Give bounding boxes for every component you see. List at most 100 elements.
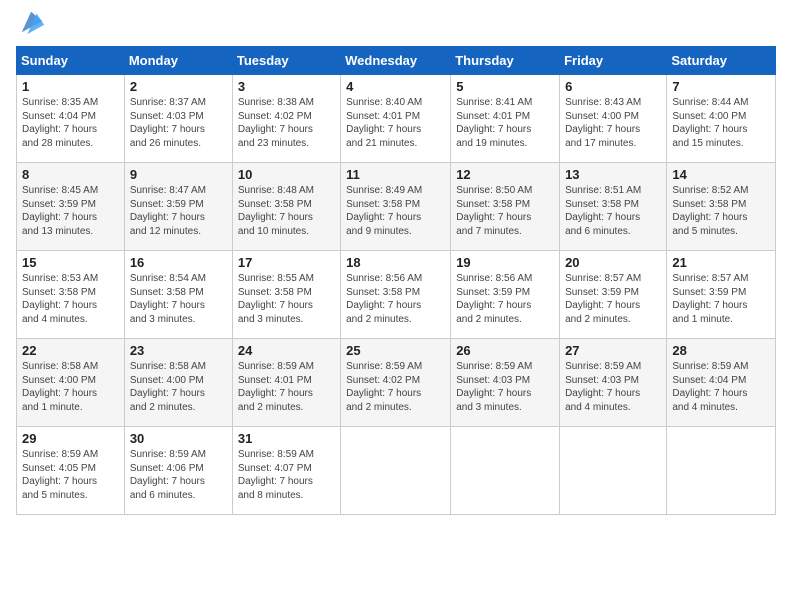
calendar-cell: 24 Sunrise: 8:59 AMSunset: 4:01 PMDayligh… [232,339,340,427]
day-number: 9 [130,167,227,182]
day-info: Sunrise: 8:48 AMSunset: 3:58 PMDaylight:… [238,185,314,237]
calendar-cell: 27Sunrise: 8:59 AMSunset: 4:03 PMDayligh… [560,339,667,427]
col-header-friday: Friday [560,47,667,75]
calendar-cell: 21 Sunrise: 8:57 AMSunset: 3:59 PMDayligh… [667,251,776,339]
day-info: Sunrise: 8:49 AMSunset: 3:58 PMDaylight:… [346,185,422,237]
calendar-week-row: 29Sunrise: 8:59 AMSunset: 4:05 PMDayligh… [17,427,776,515]
header [16,12,776,36]
day-number: 2 [130,79,227,94]
day-number: 29 [22,431,119,446]
calendar-cell: 26Sunrise: 8:59 AMSunset: 4:03 PMDayligh… [451,339,560,427]
calendar-week-row: 1 Sunrise: 8:35 AMSunset: 4:04 PMDaylight… [17,75,776,163]
day-number: 15 [22,255,119,270]
day-info: Sunrise: 8:59 AMSunset: 4:02 PMDaylight:… [346,361,422,413]
day-number: 18 [346,255,445,270]
calendar-cell: 4 Sunrise: 8:40 AMSunset: 4:01 PMDaylight… [341,75,451,163]
calendar-cell: 8 Sunrise: 8:45 AMSunset: 3:59 PMDaylight… [17,163,125,251]
page-container: SundayMondayTuesdayWednesdayThursdayFrid… [0,0,792,523]
day-info: Sunrise: 8:51 AMSunset: 3:58 PMDaylight:… [565,185,641,237]
day-info: Sunrise: 8:43 AMSunset: 4:00 PMDaylight:… [565,97,641,149]
calendar-cell: 1 Sunrise: 8:35 AMSunset: 4:04 PMDaylight… [17,75,125,163]
calendar-cell: 9 Sunrise: 8:47 AMSunset: 3:59 PMDaylight… [124,163,232,251]
calendar-cell: 10Sunrise: 8:48 AMSunset: 3:58 PMDayligh… [232,163,340,251]
day-info: Sunrise: 8:56 AMSunset: 3:58 PMDaylight:… [346,273,422,325]
calendar-cell: 11 Sunrise: 8:49 AMSunset: 3:58 PMDayligh… [341,163,451,251]
day-info: Sunrise: 8:59 AMSunset: 4:04 PMDaylight:… [672,361,748,413]
day-number: 14 [672,167,770,182]
day-number: 16 [130,255,227,270]
calendar-cell: 23 Sunrise: 8:58 AMSunset: 4:00 PMDayligh… [124,339,232,427]
calendar-cell [667,427,776,515]
col-header-sunday: Sunday [17,47,125,75]
day-info: Sunrise: 8:56 AMSunset: 3:59 PMDaylight:… [456,273,532,325]
day-info: Sunrise: 8:38 AMSunset: 4:02 PMDaylight:… [238,97,314,149]
day-number: 21 [672,255,770,270]
calendar-cell: 5 Sunrise: 8:41 AMSunset: 4:01 PMDaylight… [451,75,560,163]
day-number: 26 [456,343,554,358]
col-header-monday: Monday [124,47,232,75]
day-number: 3 [238,79,335,94]
calendar-cell: 25 Sunrise: 8:59 AMSunset: 4:02 PMDayligh… [341,339,451,427]
day-number: 12 [456,167,554,182]
day-info: Sunrise: 8:59 AMSunset: 4:06 PMDaylight:… [130,449,206,501]
calendar-cell [451,427,560,515]
day-number: 28 [672,343,770,358]
calendar-cell: 19 Sunrise: 8:56 AMSunset: 3:59 PMDayligh… [451,251,560,339]
calendar-cell [341,427,451,515]
day-number: 1 [22,79,119,94]
day-number: 23 [130,343,227,358]
logo-icon [18,8,46,36]
col-header-saturday: Saturday [667,47,776,75]
day-info: Sunrise: 8:52 AMSunset: 3:58 PMDaylight:… [672,185,748,237]
calendar-cell: 29Sunrise: 8:59 AMSunset: 4:05 PMDayligh… [17,427,125,515]
day-number: 13 [565,167,661,182]
day-info: Sunrise: 8:57 AMSunset: 3:59 PMDaylight:… [672,273,748,325]
day-info: Sunrise: 8:58 AMSunset: 4:00 PMDaylight:… [22,361,98,413]
day-number: 8 [22,167,119,182]
day-info: Sunrise: 8:40 AMSunset: 4:01 PMDaylight:… [346,97,422,149]
day-info: Sunrise: 8:44 AMSunset: 4:00 PMDaylight:… [672,97,748,149]
calendar-cell: 15 Sunrise: 8:53 AMSunset: 3:58 PMDayligh… [17,251,125,339]
day-number: 11 [346,167,445,182]
calendar-cell: 12 Sunrise: 8:50 AMSunset: 3:58 PMDayligh… [451,163,560,251]
calendar-cell: 3 Sunrise: 8:38 AMSunset: 4:02 PMDaylight… [232,75,340,163]
calendar-cell: 6 Sunrise: 8:43 AMSunset: 4:00 PMDaylight… [560,75,667,163]
calendar-cell: 16 Sunrise: 8:54 AMSunset: 3:58 PMDayligh… [124,251,232,339]
calendar-cell: 18 Sunrise: 8:56 AMSunset: 3:58 PMDayligh… [341,251,451,339]
calendar-cell [560,427,667,515]
day-number: 25 [346,343,445,358]
day-number: 20 [565,255,661,270]
calendar-cell: 17Sunrise: 8:55 AMSunset: 3:58 PMDayligh… [232,251,340,339]
calendar-cell: 14 Sunrise: 8:52 AMSunset: 3:58 PMDayligh… [667,163,776,251]
calendar-table: SundayMondayTuesdayWednesdayThursdayFrid… [16,46,776,515]
day-info: Sunrise: 8:41 AMSunset: 4:01 PMDaylight:… [456,97,532,149]
day-info: Sunrise: 8:54 AMSunset: 3:58 PMDaylight:… [130,273,206,325]
calendar-cell: 20 Sunrise: 8:57 AMSunset: 3:59 PMDayligh… [560,251,667,339]
day-number: 5 [456,79,554,94]
day-number: 6 [565,79,661,94]
day-info: Sunrise: 8:45 AMSunset: 3:59 PMDaylight:… [22,185,98,237]
day-info: Sunrise: 8:57 AMSunset: 3:59 PMDaylight:… [565,273,641,325]
day-info: Sunrise: 8:53 AMSunset: 3:58 PMDaylight:… [22,273,98,325]
calendar-cell: 13 Sunrise: 8:51 AMSunset: 3:58 PMDayligh… [560,163,667,251]
calendar-cell: 22 Sunrise: 8:58 AMSunset: 4:00 PMDayligh… [17,339,125,427]
calendar-week-row: 8 Sunrise: 8:45 AMSunset: 3:59 PMDaylight… [17,163,776,251]
day-number: 4 [346,79,445,94]
day-info: Sunrise: 8:35 AMSunset: 4:04 PMDaylight:… [22,97,98,149]
day-info: Sunrise: 8:47 AMSunset: 3:59 PMDaylight:… [130,185,206,237]
calendar-cell: 7 Sunrise: 8:44 AMSunset: 4:00 PMDaylight… [667,75,776,163]
calendar-cell: 2Sunrise: 8:37 AMSunset: 4:03 PMDaylight… [124,75,232,163]
calendar-cell: 31 Sunrise: 8:59 AMSunset: 4:07 PMDayligh… [232,427,340,515]
calendar-week-row: 22 Sunrise: 8:58 AMSunset: 4:00 PMDayligh… [17,339,776,427]
day-info: Sunrise: 8:59 AMSunset: 4:01 PMDaylight:… [238,361,314,413]
day-info: Sunrise: 8:50 AMSunset: 3:58 PMDaylight:… [456,185,532,237]
day-number: 31 [238,431,335,446]
day-number: 24 [238,343,335,358]
day-info: Sunrise: 8:59 AMSunset: 4:07 PMDaylight:… [238,449,314,501]
day-info: Sunrise: 8:55 AMSunset: 3:58 PMDaylight:… [238,273,314,325]
day-number: 22 [22,343,119,358]
col-header-wednesday: Wednesday [341,47,451,75]
day-info: Sunrise: 8:58 AMSunset: 4:00 PMDaylight:… [130,361,206,413]
day-number: 19 [456,255,554,270]
day-number: 7 [672,79,770,94]
